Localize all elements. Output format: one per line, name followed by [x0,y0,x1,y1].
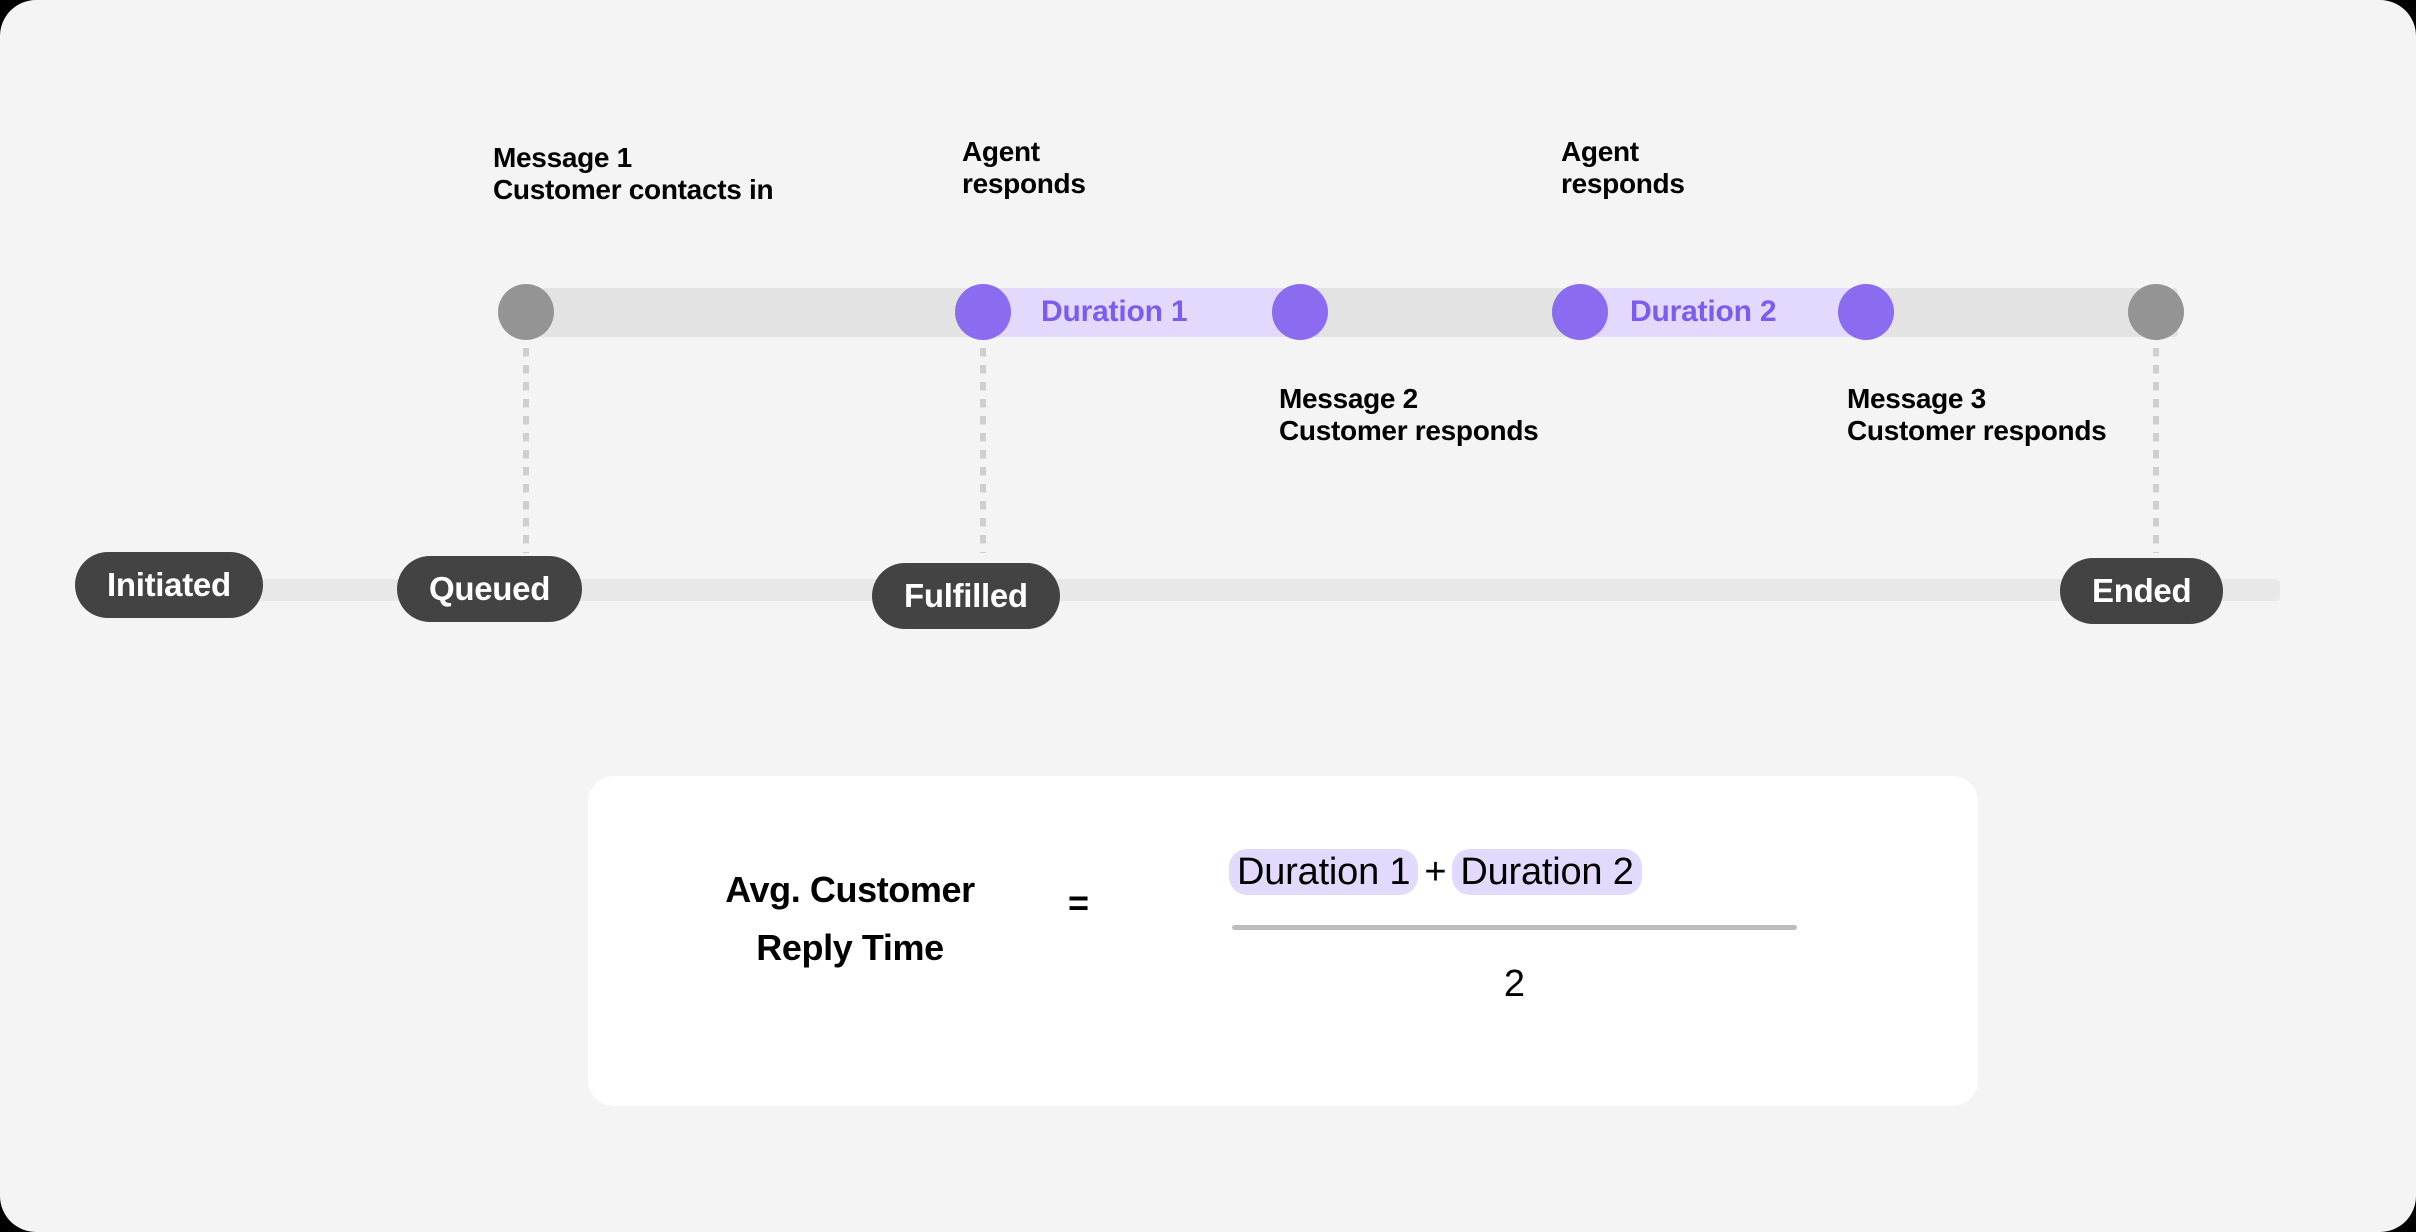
timeline-marker-agent-responds-1[interactable] [955,284,1011,340]
formula-numerator: Duration 1 + Duration 2 [1229,849,1642,895]
formula-duration-2-term: Duration 2 [1452,849,1642,895]
status-pill-initiated[interactable]: Initiated [75,552,263,618]
timeline-marker-message-2[interactable] [1272,284,1328,340]
timeline-marker-message-3[interactable] [1838,284,1894,340]
timeline-marker-agent-responds-2[interactable] [1552,284,1608,340]
status-pill-ended[interactable]: Ended [2060,558,2224,624]
callout-message-2: Message 2 Customer responds [1279,383,1539,447]
connector-line-start [523,348,529,553]
status-pill-fulfilled[interactable]: Fulfilled [872,563,1060,629]
formula-fraction-bar [1232,925,1797,930]
formula-denominator: 2 [1503,963,1526,1005]
connector-line-ended [2153,348,2159,553]
formula-duration-1-term: Duration 1 [1229,849,1419,895]
diagram-canvas: Duration 1 Duration 2 Message 1 Customer… [0,0,2416,1232]
formula-left-hand-side: Avg. Customer Reply Time [725,869,975,969]
formula-equals-sign: = [1068,882,1090,923]
callout-message-3: Message 3 Customer responds [1847,383,2107,447]
status-pill-queued[interactable]: Queued [397,556,583,622]
callout-message-1: Message 1 Customer contacts in [493,142,774,206]
timeline-track [512,288,2178,337]
connector-line-fulfilled [980,348,986,553]
timeline-marker-end[interactable] [2128,284,2184,340]
callout-agent-responds-2: Agent responds [1561,136,1685,200]
callout-agent-responds-1: Agent responds [962,136,1086,200]
duration-2-label: Duration 2 [1630,295,1777,328]
formula-plus-sign: + [1424,851,1447,893]
timeline-marker-start[interactable] [498,284,554,340]
duration-1-label: Duration 1 [1041,295,1188,328]
